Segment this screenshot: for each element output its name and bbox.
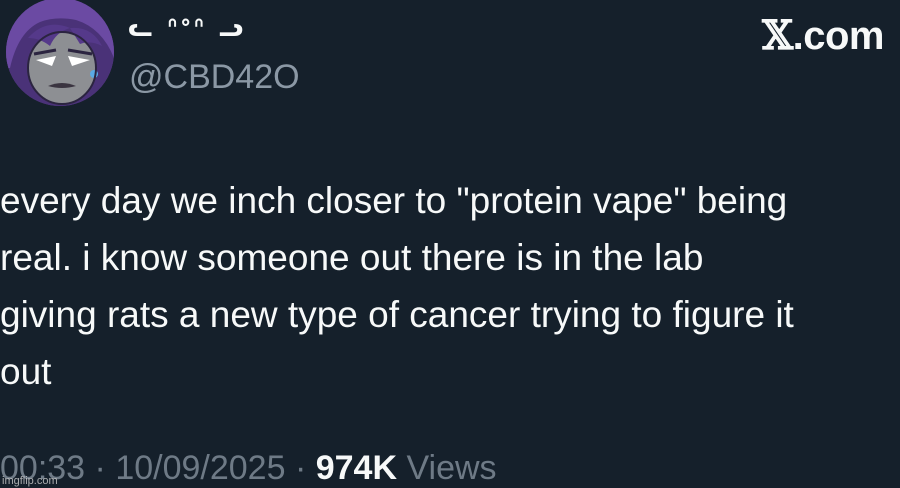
author-handle[interactable]: @CBD42O xyxy=(129,58,300,97)
tweet-meta: 00:33 · 10/09/2025 · 974K Views xyxy=(0,449,497,488)
views-count[interactable]: 974K xyxy=(316,449,397,487)
tweet-date[interactable]: 10/09/2025 xyxy=(115,449,285,487)
views-label[interactable]: Views xyxy=(406,449,496,487)
imgflip-watermark: imgflip.com xyxy=(2,475,58,487)
x-com-logo: 𝕏.com xyxy=(762,12,884,59)
meta-separator: · xyxy=(94,449,106,487)
tweet-text: every day we inch closer to "protein vap… xyxy=(0,180,794,392)
avatar[interactable] xyxy=(6,0,114,106)
avatar-image xyxy=(6,0,114,106)
brand-domain: .com xyxy=(792,14,885,58)
author-display-name[interactable]: ᓚ ᐢᐤᐢ ᓗ xyxy=(128,13,246,43)
meta-separator: · xyxy=(294,449,307,487)
x-logo-icon: 𝕏 xyxy=(762,12,793,59)
